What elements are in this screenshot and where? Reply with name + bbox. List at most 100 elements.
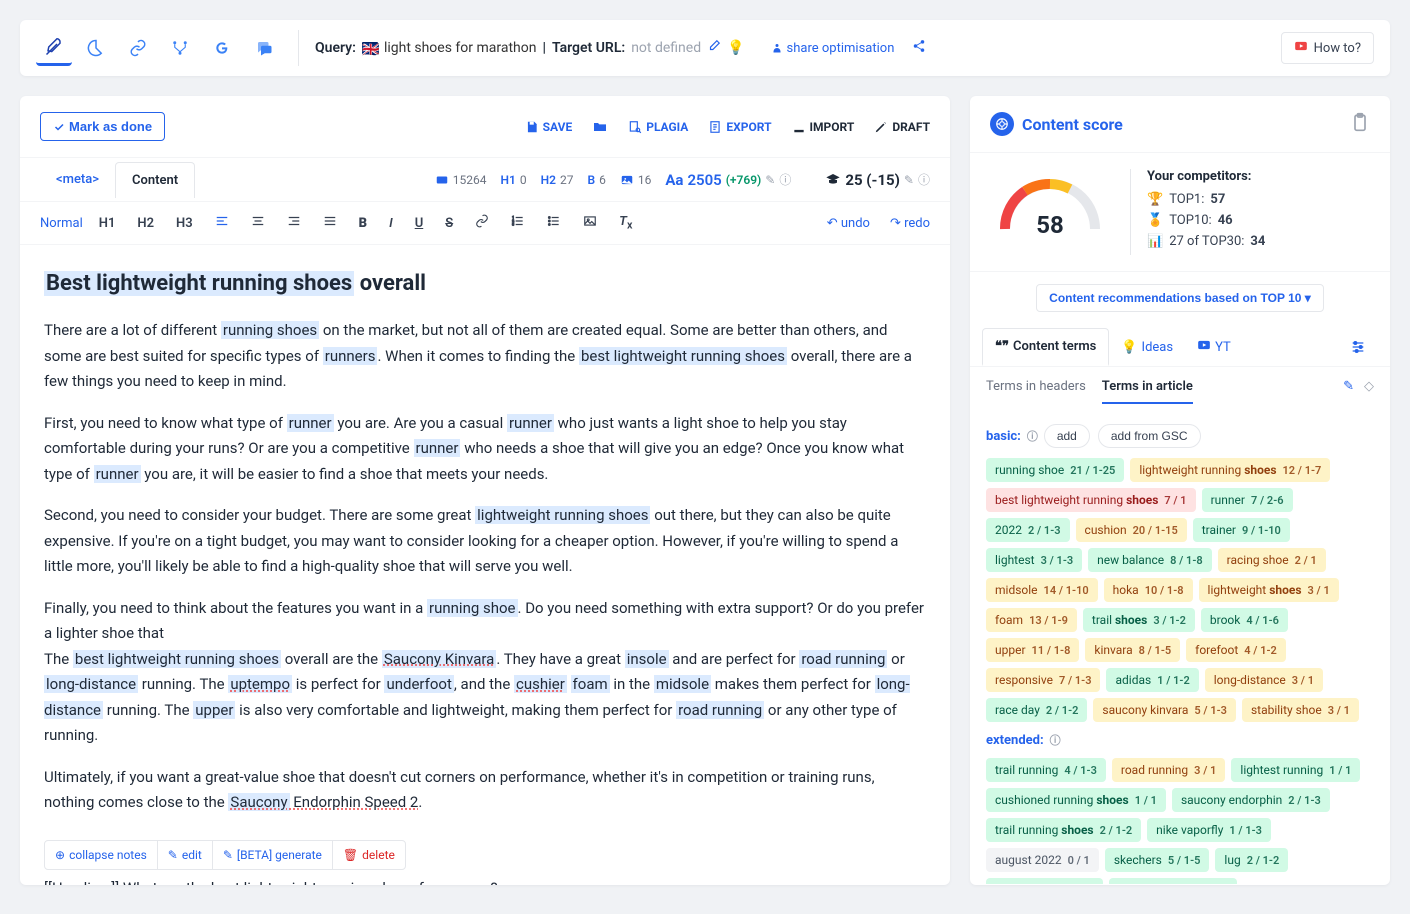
term-chip[interactable]: lightweight running shoes12 / 1-7 [1130, 458, 1330, 482]
term-chip[interactable]: cushioned running shoes1 / 1 [986, 788, 1166, 812]
term-chip[interactable]: trail shoes3 / 1-2 [1083, 608, 1195, 632]
clipboard-icon[interactable] [1350, 112, 1370, 136]
share-nodes-icon[interactable] [912, 39, 926, 57]
align-justify-icon[interactable] [317, 210, 343, 236]
term-chip[interactable]: responsive7 / 1-3 [986, 668, 1100, 692]
tab-link-icon[interactable] [120, 30, 156, 66]
format-h1[interactable]: H1 [93, 212, 122, 235]
align-left-icon[interactable] [209, 210, 235, 236]
bold-icon[interactable]: B [353, 212, 373, 235]
term-chip[interactable]: race day2 / 1-2 [986, 698, 1087, 722]
mark-done-button[interactable]: Mark as done [40, 112, 165, 141]
delete-notes-button[interactable]: 🗑 delete [333, 841, 405, 869]
term-chip[interactable]: hoka10 / 1-8 [1104, 578, 1193, 602]
term-chip[interactable]: long-distance3 / 1 [1205, 668, 1323, 692]
term-chip[interactable]: running shoe21 / 1-25 [986, 458, 1124, 482]
redo-button[interactable]: ↷ redo [890, 216, 930, 231]
term-chip[interactable]: adidas1 / 1-2 [1106, 668, 1198, 692]
term-chip[interactable]: foam13 / 1-9 [986, 608, 1077, 632]
add-from-gsc-button[interactable]: add from GSC [1098, 424, 1201, 448]
tab-content-terms[interactable]: ❝❞Content terms [982, 328, 1109, 366]
export-button[interactable]: EXPORT [708, 119, 771, 135]
term-chip[interactable]: new balance8 / 1-8 [1088, 548, 1212, 572]
term-chip[interactable]: runner7 / 2-6 [1202, 488, 1293, 512]
term-chip[interactable]: skechers5 / 1-5 [1105, 848, 1210, 872]
edit-words-icon[interactable]: ✎ [765, 173, 775, 187]
term-chip[interactable]: brook4 / 1-6 [1201, 608, 1288, 632]
folder-button[interactable] [592, 119, 608, 135]
align-right-icon[interactable] [281, 210, 307, 236]
term-chip[interactable]: lightest running1 / 1 [1231, 758, 1360, 782]
term-chip[interactable]: lightest3 / 1-3 [986, 548, 1082, 572]
term-chip[interactable]: road running3 / 1 [1112, 758, 1226, 782]
pencil-terms-icon[interactable]: ✎ [1343, 379, 1354, 404]
ordered-list-icon[interactable]: 123 [505, 210, 531, 236]
term-chip[interactable]: midsole14 / 1-10 [986, 578, 1098, 602]
tab-meta[interactable]: <meta> [40, 162, 115, 197]
undo-button[interactable]: ↶ undo [827, 216, 870, 231]
eraser-icon[interactable]: ◇ [1364, 379, 1374, 404]
italic-icon[interactable]: I [383, 212, 399, 235]
info-icon[interactable]: ⓘ [779, 171, 791, 188]
save-button[interactable]: SAVE [525, 119, 573, 135]
term-chip[interactable]: tempo runs1 / 1-2 [986, 878, 1103, 884]
term-chip[interactable]: saucony kinvara5 / 1-3 [1093, 698, 1236, 722]
term-chip[interactable]: trainer9 / 1-10 [1193, 518, 1290, 542]
term-chip[interactable]: trail running shoes2 / 1-2 [986, 818, 1141, 842]
strike-icon[interactable]: S [439, 212, 459, 235]
howto-button[interactable]: How to? [1281, 32, 1374, 64]
info-grad-icon[interactable]: ⓘ [918, 171, 930, 188]
image-insert-icon[interactable] [577, 210, 603, 236]
tab-content[interactable]: Content [115, 162, 195, 198]
subtab-headers[interactable]: Terms in headers [986, 379, 1086, 404]
tab-settings-icon[interactable] [1338, 328, 1378, 366]
format-h2[interactable]: H2 [131, 212, 160, 235]
unordered-list-icon[interactable] [541, 210, 567, 236]
clear-format-icon[interactable]: Tx [613, 210, 638, 236]
recommendations-dropdown[interactable]: Content recommendations based on TOP 10 … [1036, 284, 1324, 312]
edit-notes-button[interactable]: ✎ edit [158, 841, 213, 869]
term-chip[interactable]: 20222 / 1-3 [986, 518, 1070, 542]
edit-target-icon[interactable] [707, 39, 721, 57]
tab-nodes-icon[interactable] [162, 30, 198, 66]
share-optimisation[interactable]: share optimisation [771, 41, 895, 56]
format-h3[interactable]: H3 [170, 212, 199, 235]
term-chip[interactable]: nike vaporfly1 / 1-3 [1147, 818, 1271, 842]
term-chip[interactable]: stability shoe3 / 1 [1242, 698, 1359, 722]
underline-icon[interactable]: U [409, 212, 430, 235]
term-chip[interactable]: august 20220 / 1 [986, 848, 1099, 872]
align-center-icon[interactable] [245, 210, 271, 236]
add-term-button[interactable]: add [1044, 424, 1090, 448]
comp-top10: 🏅TOP10:46 [1147, 213, 1370, 228]
term-chip[interactable]: racing shoe2 / 1 [1218, 548, 1326, 572]
format-normal[interactable]: Normal [40, 216, 83, 231]
lightbulb-icon[interactable]: 💡 [727, 40, 744, 56]
term-chip[interactable]: upper11 / 1-8 [986, 638, 1079, 662]
term-chip[interactable]: kinvara8 / 1-5 [1085, 638, 1180, 662]
subtab-article[interactable]: Terms in article [1102, 379, 1193, 404]
link-format-icon[interactable] [469, 210, 495, 236]
tab-chat-icon[interactable] [246, 30, 282, 66]
tab-pie-icon[interactable] [78, 30, 114, 66]
tab-google-icon[interactable] [204, 30, 240, 66]
tab-ideas[interactable]: 💡Ideas [1109, 328, 1185, 366]
tab-yt[interactable]: YT [1185, 328, 1243, 366]
term-chip[interactable]: lightweight trail1 / 1 [1109, 878, 1237, 884]
plagia-button[interactable]: PLAGIA [628, 119, 688, 135]
collapse-notes-button[interactable]: ⊕ collapse notes [45, 841, 158, 869]
content-editor[interactable]: Best lightweight running shoes overall T… [20, 245, 950, 885]
term-chip[interactable]: trail running4 / 1-3 [986, 758, 1106, 782]
term-chip[interactable]: cushion20 / 1-15 [1076, 518, 1187, 542]
beta-generate-button[interactable]: ✎ [BETA] generate [213, 841, 333, 869]
term-chip[interactable]: best lightweight running shoes7 / 1 [986, 488, 1196, 512]
edit-grad-icon[interactable]: ✎ [904, 173, 914, 187]
import-button[interactable]: IMPORT [792, 119, 855, 135]
extended-info-icon[interactable]: ⓘ [1050, 732, 1061, 748]
term-chip[interactable]: lug2 / 1-2 [1215, 848, 1288, 872]
basic-info-icon[interactable]: ⓘ [1027, 428, 1038, 444]
tab-feather-icon[interactable] [36, 30, 72, 66]
term-chip[interactable]: forefoot4 / 1-2 [1186, 638, 1286, 662]
term-chip[interactable]: lightweight shoes3 / 1 [1199, 578, 1339, 602]
draft-button[interactable]: DRAFT [874, 119, 930, 135]
term-chip[interactable]: saucony endorphin2 / 1-3 [1172, 788, 1330, 812]
